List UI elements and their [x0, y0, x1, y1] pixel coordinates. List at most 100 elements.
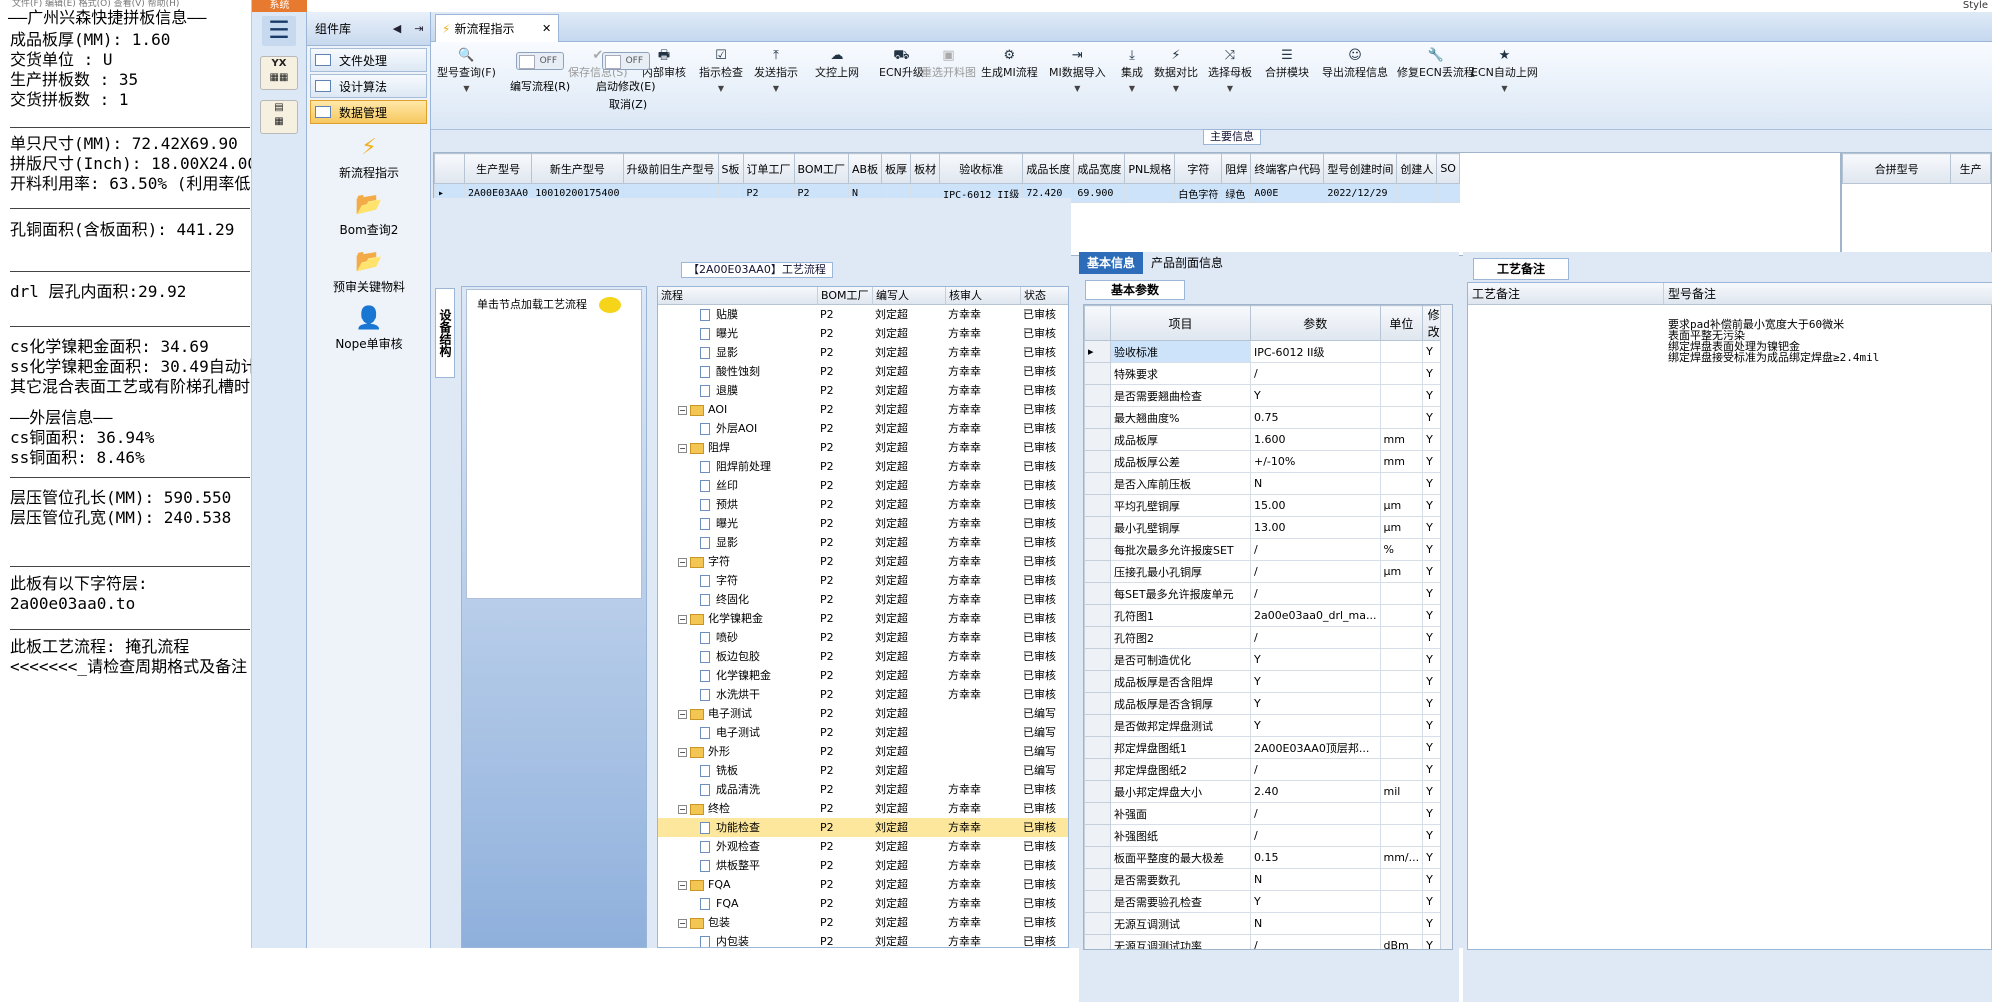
tree-group-node[interactable]: − 阻焊 P2 刘定超 方幸幸 已审核: [658, 438, 1068, 457]
row-selector[interactable]: [1084, 802, 1111, 825]
cell[interactable]: [1436, 183, 1460, 203]
row-selector[interactable]: [1084, 758, 1111, 781]
column-header[interactable]: AB板: [848, 153, 883, 184]
tree-leaf-node[interactable]: 板边包胶 P2 刘定超 方幸幸 已审核: [658, 647, 1068, 666]
column-header[interactable]: S板: [717, 153, 744, 184]
toolbar-button[interactable]: 🔍 型号查询(F) ▼: [437, 48, 496, 93]
tree-group-node[interactable]: − FQA P2 刘定超 方幸幸 已审核: [658, 875, 1068, 894]
collapse-toggle-icon[interactable]: −: [678, 405, 687, 415]
tree-column-header[interactable]: 流程: [658, 287, 818, 305]
param-cell[interactable]: /: [1250, 362, 1381, 385]
tree-leaf-node[interactable]: 烘板整平 P2 刘定超 方幸幸 已审核: [658, 856, 1068, 875]
tree-leaf-node[interactable]: 退膜 P2 刘定超 方幸幸 已审核: [658, 381, 1068, 400]
param-cell[interactable]: Y: [1250, 714, 1381, 737]
notepad-menu-bar[interactable]: 文件(F) 编辑(E) 格式(O) 查看(V) 帮助(H): [0, 0, 251, 8]
row-selector[interactable]: [1084, 670, 1111, 693]
row-selector[interactable]: [1084, 384, 1111, 407]
param-cell[interactable]: /: [1250, 560, 1381, 583]
param-cell[interactable]: N: [1250, 868, 1381, 891]
row-selector[interactable]: [1084, 868, 1111, 891]
close-tab-icon[interactable]: ✕: [542, 22, 558, 35]
toolbar-button[interactable]: ▣ 重选开料图: [921, 48, 976, 80]
tree-leaf-node[interactable]: 曝光 P2 刘定超 方幸幸 已审核: [658, 514, 1068, 533]
collapse-toggle-icon[interactable]: −: [678, 614, 687, 624]
column-header[interactable]: 终端客户代码: [1250, 153, 1325, 184]
param-cell[interactable]: 0.75: [1250, 406, 1381, 429]
tree-column-header[interactable]: 核审人: [946, 287, 1021, 305]
row-selector[interactable]: [1084, 648, 1111, 671]
param-cell[interactable]: /: [1250, 824, 1381, 847]
tree-group-node[interactable]: − 字符 P2 刘定超 方幸幸 已审核: [658, 552, 1068, 571]
toolbar-button[interactable]: ☰ 合拼模块: [1265, 48, 1309, 80]
collapse-toggle-icon[interactable]: −: [678, 557, 687, 567]
row-selector[interactable]: ▸: [1084, 340, 1111, 363]
tree-leaf-node[interactable]: 内包装 P2 刘定超 方幸幸 已审核: [658, 932, 1068, 947]
yx-app-icon[interactable]: YX ▦▦: [260, 56, 298, 90]
param-cell[interactable]: /: [1250, 626, 1381, 649]
tree-column-header[interactable]: 状态: [1021, 287, 1068, 305]
param-column-header[interactable]: 项目: [1110, 305, 1251, 341]
tree-leaf-node[interactable]: 字符 P2 刘定超 方幸幸 已审核: [658, 571, 1068, 590]
param-cell[interactable]: Y: [1250, 384, 1381, 407]
tree-leaf-node[interactable]: 水洗烘干 P2 刘定超 方幸幸 已审核: [658, 685, 1068, 704]
tree-group-node[interactable]: − AOI P2 刘定超 方幸幸 已审核: [658, 400, 1068, 419]
toolbar-button[interactable]: ⛟ ECN升级: [879, 48, 924, 80]
row-selector[interactable]: [1084, 538, 1111, 561]
column-header[interactable]: SO: [1436, 153, 1460, 184]
column-header[interactable]: 订单工厂: [742, 153, 795, 184]
cell[interactable]: [1396, 183, 1438, 203]
collapse-toggle-icon[interactable]: −: [678, 880, 687, 890]
column-header[interactable]: 创建人: [1396, 153, 1438, 184]
tree-leaf-node[interactable]: 外观检查 P2 刘定超 方幸幸 已审核: [658, 837, 1068, 856]
tree-column-header[interactable]: BOM工厂: [818, 287, 873, 305]
tree-leaf-node[interactable]: 喷砂 P2 刘定超 方幸幸 已审核: [658, 628, 1068, 647]
toolbar-button[interactable]: 🔧 修复ECN丢流程: [1397, 48, 1475, 80]
tree-group-node[interactable]: − 包装 P2 刘定超 方幸幸 已审核: [658, 913, 1068, 932]
row-selector[interactable]: [1084, 626, 1111, 649]
column-header[interactable]: 合拼型号: [1841, 153, 1952, 184]
toolbar-button[interactable]: ☁ 文控上网: [815, 48, 859, 80]
toggle-switch[interactable]: OFF: [516, 52, 564, 70]
toggle-switch[interactable]: OFF: [602, 52, 650, 70]
tree-leaf-node[interactable]: 曝光 P2 刘定超 方幸幸 已审核: [658, 324, 1068, 343]
tree-leaf-node[interactable]: 显影 P2 刘定超 方幸幸 已审核: [658, 343, 1068, 362]
calculator-icon[interactable]: ▤ ▦: [260, 100, 298, 134]
tree-leaf-node[interactable]: FQA P2 刘定超 方幸幸 已审核: [658, 894, 1068, 913]
subtab-basic-params[interactable]: 基本参数: [1085, 280, 1185, 300]
toolbar-button[interactable]: ☺ 导出流程信息: [1322, 48, 1388, 80]
row-selector[interactable]: [1084, 912, 1111, 935]
tree-leaf-node[interactable]: 预烘 P2 刘定超 方幸幸 已审核: [658, 495, 1068, 514]
row-selector[interactable]: [1084, 450, 1111, 473]
collapse-toggle-icon[interactable]: −: [678, 443, 687, 453]
tree-leaf-node[interactable]: 电子测试 P2 刘定超 已编写: [658, 723, 1068, 742]
toolbar-button[interactable]: ⇥ MI数据导入 ▼: [1049, 48, 1106, 93]
column-header[interactable]: 型号创建时间: [1323, 153, 1398, 184]
node-load-box[interactable]: 单击节点加载工艺流程: [466, 289, 642, 599]
tab-new-flow[interactable]: ⚡ 新流程指示 ✕: [435, 14, 559, 42]
collapse-toggle-icon[interactable]: −: [678, 804, 687, 814]
param-cell[interactable]: Y: [1250, 692, 1381, 715]
tree-leaf-node[interactable]: 丝印 P2 刘定超 方幸幸 已审核: [658, 476, 1068, 495]
toolbar-button[interactable]: ⚡ 数据对比 ▼: [1154, 48, 1198, 93]
cell[interactable]: 69.900: [1073, 183, 1126, 203]
row-selector[interactable]: [1084, 494, 1111, 517]
category-file-processing[interactable]: 文件处理: [310, 48, 427, 72]
param-cell[interactable]: /: [1250, 758, 1381, 781]
column-header[interactable]: BOM工厂: [793, 153, 850, 184]
collapse-toggle-icon[interactable]: −: [678, 918, 687, 928]
process-tree[interactable]: 流程 BOM工厂 编写人 核审人 状态 贴膜 P2 刘定超 方幸幸 已审核 曝光 P2 刘定超 方幸幸 已审…: [657, 286, 1069, 948]
tree-leaf-node[interactable]: 酸性蚀刻 P2 刘定超 方幸幸 已审核: [658, 362, 1068, 381]
param-cell[interactable]: 13.00: [1250, 516, 1381, 539]
param-column-header[interactable]: 参数: [1250, 305, 1381, 341]
column-header[interactable]: 字符: [1174, 153, 1223, 184]
toolbar-button[interactable]: ⤒ 发送指示 ▼: [754, 48, 798, 93]
row-selector[interactable]: [1084, 516, 1111, 539]
param-cell[interactable]: Y: [1250, 890, 1381, 913]
param-cell[interactable]: /: [1250, 538, 1381, 561]
param-cell[interactable]: 2a00e03aa0_drl_ma...: [1250, 604, 1381, 627]
category-data-management[interactable]: 数据管理: [310, 100, 427, 124]
column-header[interactable]: 成品宽度: [1073, 153, 1126, 184]
tool-new-flow[interactable]: ⚡ 新流程指示: [307, 134, 431, 181]
params-scrollbar[interactable]: [1440, 305, 1452, 949]
row-selector[interactable]: [1084, 406, 1111, 429]
